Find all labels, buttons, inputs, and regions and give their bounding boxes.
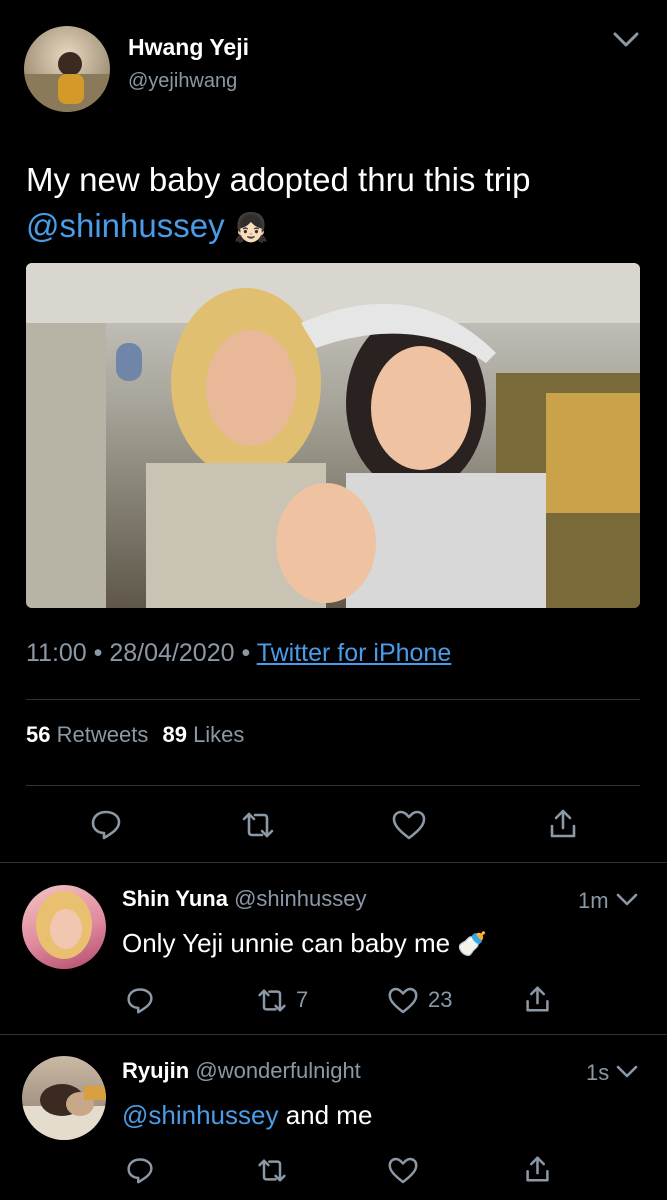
tweet-source-link[interactable]: Twitter for iPhone [257,639,452,667]
tweet-meta: 11:00 • 28/04/2020 • Twitter for iPhone [26,639,452,667]
tweet-date: 28/04/2020 [109,639,235,667]
like-count: 23 [428,987,453,1012]
retweet-icon[interactable] [256,987,288,1014]
like-icon[interactable] [388,1157,418,1184]
like-icon[interactable] [388,987,418,1014]
chevron-down-icon[interactable] [616,1064,638,1080]
reply-handle[interactable]: @wonderfulnight [195,1058,360,1083]
like-icon[interactable] [392,810,426,840]
reply-handle[interactable]: @shinhussey [234,886,366,911]
retweets-label: Retweets [56,722,149,747]
reply-header: Shin Yuna @shinhussey [122,886,366,912]
girl-emoji: 👧🏻 [233,212,269,243]
reply-display-name[interactable]: Shin Yuna [122,886,228,911]
chevron-down-icon[interactable] [612,30,640,50]
reply-icon[interactable] [126,1156,154,1184]
likes-count: 89 [162,722,187,747]
retweets-count: 56 [26,722,51,747]
share-icon[interactable] [548,808,578,840]
retweet-icon[interactable] [256,1157,288,1184]
tweet-stats: 56 Retweets 89 Likes [26,722,244,748]
reply-text: @shinhussey and me [122,1100,373,1130]
retweet-count: 7 [296,987,309,1012]
retweets-stat[interactable]: 56 Retweets [26,722,154,747]
baby-bottle-emoji: 🍼 [457,931,488,958]
avatar[interactable] [24,26,110,112]
mention-link[interactable]: @shinhussey [122,1100,278,1130]
divider [26,785,640,786]
reply-age: 1s [586,1060,610,1085]
divider [0,862,667,863]
share-icon[interactable] [524,1155,551,1184]
reply-display-name[interactable]: Ryujin [122,1058,189,1083]
author-handle[interactable]: @yejihwang [128,70,237,93]
tweet-mention-line: @shinhussey 👧🏻 [26,206,269,248]
mention-link[interactable]: @shinhussey [26,207,225,244]
tweet-time: 11:00 [26,639,87,667]
avatar[interactable] [22,885,106,969]
reply-icon[interactable] [126,986,154,1014]
likes-label: Likes [193,722,245,747]
reply-header: Ryujin @wonderfulnight [122,1058,361,1084]
author-display-name[interactable]: Hwang Yeji [128,34,249,61]
likes-stat[interactable]: 89 Likes [162,722,244,747]
reply-text: Only Yeji unnie can baby me 🍼 [122,928,488,958]
tweet-text: My new baby adopted thru this trip [26,161,531,198]
chevron-down-icon[interactable] [616,892,638,908]
reply-age: 1m [578,888,609,913]
retweet-icon[interactable] [240,810,276,840]
share-icon[interactable] [524,985,551,1014]
divider [0,1034,667,1035]
reply-icon[interactable] [90,808,122,840]
avatar[interactable] [22,1056,106,1140]
divider [26,699,640,700]
tweet-photo[interactable] [26,263,640,608]
